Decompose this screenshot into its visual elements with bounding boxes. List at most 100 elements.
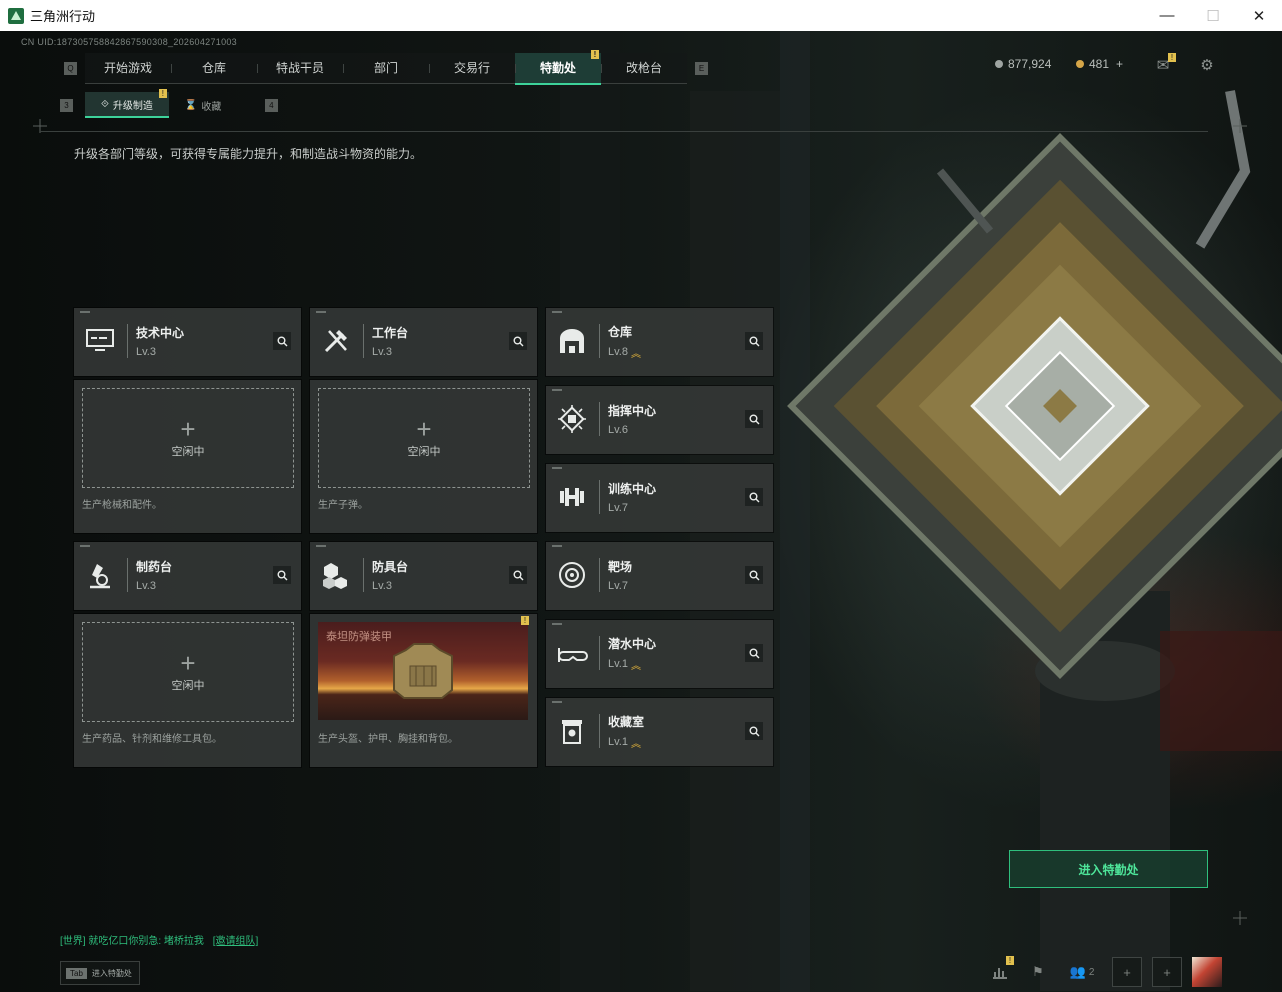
idle-slot[interactable]: + 空闲中	[82, 388, 294, 488]
dept-card-workbench[interactable]: 工作台 Lv.3	[310, 308, 537, 376]
production-slot-workbench[interactable]: + 空闲中 生产子弹。	[310, 380, 537, 533]
subtab-upgrade-craft[interactable]: ⟐ 升级制造 !	[85, 89, 169, 118]
subtab-collection[interactable]: ⌛ 收藏	[169, 93, 253, 117]
bottom-toolbar: ! ⚑ 👥 2 + +	[976, 956, 1222, 988]
friends-button[interactable]: 👥 2	[1062, 958, 1102, 986]
hourglass-icon: ⌛	[184, 99, 198, 111]
top-nav: Q 开始游戏 仓库 特战干员 部门 交易行 特勤处 ! 改枪台 E	[56, 49, 716, 85]
add-slot-button[interactable]: +	[1112, 957, 1142, 987]
notification-badge: !	[1168, 53, 1176, 62]
notification-badge: !	[1006, 956, 1014, 965]
search-icon[interactable]	[745, 644, 763, 662]
search-icon[interactable]	[273, 566, 291, 584]
search-icon[interactable]	[273, 332, 291, 350]
microscope-icon	[83, 558, 117, 592]
gold-coin-icon	[1076, 60, 1084, 68]
sub-nav: 3 ⟐ 升级制造 ! ⌛ 收藏 4	[60, 89, 286, 118]
tab-gunsmith[interactable]: 改枪台	[601, 53, 687, 83]
tab-special-ops[interactable]: 特勤处 !	[515, 49, 601, 85]
idle-slot[interactable]: + 空闲中	[318, 388, 530, 488]
add-slot-button[interactable]: +	[1152, 957, 1182, 987]
tab-warehouse[interactable]: 仓库	[171, 53, 257, 83]
search-icon[interactable]	[745, 566, 763, 584]
search-icon[interactable]	[509, 566, 527, 584]
chat-text: 就吃亿口你别急: 堵桥拉我	[88, 936, 204, 947]
warehouse-icon	[555, 324, 589, 358]
tools-icon	[319, 324, 353, 358]
search-icon[interactable]	[745, 722, 763, 740]
minimize-button[interactable]: —	[1144, 0, 1190, 31]
tab-key: Tab	[66, 967, 87, 979]
upgrade-available-icon: ︽	[630, 738, 641, 750]
production-slot-tech-center[interactable]: + 空闲中 生产枪械和配件。	[74, 380, 301, 533]
chat-channel: [世界]	[60, 936, 86, 947]
user-uid: CN UID:187305758842867590308_20260427100…	[21, 37, 237, 47]
settings-gear-icon[interactable]: ⚙	[1198, 56, 1216, 74]
diving-mask-icon	[555, 636, 589, 670]
dept-card-collection-room[interactable]: 收藏室 Lv.1 ︽	[546, 698, 773, 766]
window-titlebar: 三角洲行动 — ☐ ✕	[0, 0, 1282, 32]
tab-hint[interactable]: Tab 进入特勤处	[60, 961, 140, 985]
gold-currency: 481 +	[1076, 57, 1123, 71]
body-armor-icon	[393, 643, 453, 699]
add-gold-button[interactable]: +	[1116, 57, 1123, 71]
subnav-next-key[interactable]: 4	[264, 98, 278, 112]
nav-tabs: 开始游戏 仓库 特战干员 部门 交易行 特勤处 ! 改枪台	[85, 49, 687, 85]
tab-operators[interactable]: 特战干员	[257, 53, 343, 83]
silver-currency: 877,924	[995, 57, 1051, 71]
dept-card-armor-bench[interactable]: 防具台 Lv.3	[310, 542, 537, 610]
window-title: 三角洲行动	[30, 9, 96, 24]
chat-message: [世界] 就吃亿口你别急: 堵桥拉我 [邀请组队]	[60, 932, 258, 947]
flag-icon[interactable]: ⚑	[1024, 958, 1052, 986]
target-icon	[555, 558, 589, 592]
silver-coin-icon	[995, 60, 1003, 68]
notification-badge: !	[521, 616, 529, 625]
search-icon[interactable]	[745, 410, 763, 428]
nav-prev-key[interactable]: Q	[64, 61, 77, 75]
header-divider	[40, 131, 1208, 132]
dept-card-command-center[interactable]: 指挥中心 Lv.6	[546, 386, 773, 454]
dumbbell-icon	[555, 480, 589, 514]
search-icon[interactable]	[745, 488, 763, 506]
dept-card-training-center[interactable]: 训练中心 Lv.7	[546, 464, 773, 532]
dept-card-tech-center[interactable]: 技术中心 Lv.3	[74, 308, 301, 376]
maximize-button[interactable]: ☐	[1190, 0, 1236, 31]
app-logo-icon	[8, 7, 24, 24]
close-button[interactable]: ✕	[1236, 0, 1282, 31]
blocks-icon	[319, 558, 353, 592]
game-viewport: CN UID:187305758842867590308_20260427100…	[0, 31, 1282, 992]
tab-market[interactable]: 交易行	[429, 53, 515, 83]
enter-special-ops-button[interactable]: 进入特勤处	[1009, 850, 1208, 888]
invite-team-link[interactable]: [邀请组队]	[213, 936, 259, 947]
dept-name: 技术中心	[136, 326, 185, 340]
monitor-icon	[83, 324, 117, 358]
plus-icon: +	[180, 414, 196, 444]
plus-icon: +	[416, 414, 432, 444]
crafting-item-armor[interactable]: 泰坦防弹装甲	[318, 622, 528, 720]
subnav-prev-key[interactable]: 3	[60, 98, 73, 112]
command-icon	[555, 402, 589, 436]
idle-slot[interactable]: + 空闲中	[82, 622, 294, 722]
page-description: 升级各部门等级，可获得专属能力提升，和制造战斗物资的能力。	[74, 147, 423, 161]
player-avatar[interactable]	[1192, 957, 1222, 987]
production-slot-pharmacy[interactable]: + 空闲中 生产药品、针剂和维修工具包。	[74, 614, 301, 767]
dept-card-warehouse[interactable]: 仓库 Lv.8 ︽	[546, 308, 773, 376]
collection-icon	[555, 714, 589, 748]
upgrade-available-icon: ︽	[630, 660, 641, 672]
tab-department[interactable]: 部门	[343, 53, 429, 83]
dept-level: Lv.3	[136, 346, 156, 358]
dept-card-diving-center[interactable]: 潜水中心 Lv.1 ︽	[546, 620, 773, 688]
production-slot-armor-bench[interactable]: 泰坦防弹装甲 ! 生产头盔、护甲、胸挂和背包。	[310, 614, 537, 767]
dept-card-shooting-range[interactable]: 靶场 Lv.7	[546, 542, 773, 610]
friends-icon: 👥	[1069, 964, 1086, 979]
notification-badge: !	[591, 49, 599, 59]
search-icon[interactable]	[745, 332, 763, 350]
mail-icon[interactable]: ✉ !	[1154, 53, 1176, 74]
nav-next-key[interactable]: E	[695, 61, 708, 75]
tab-start-game[interactable]: 开始游戏	[85, 53, 171, 83]
notification-badge: !	[158, 89, 167, 98]
stats-chart-icon[interactable]: !	[986, 956, 1014, 986]
craft-icon: ⟐	[101, 98, 109, 110]
dept-card-pharmacy[interactable]: 制药台 Lv.3	[74, 542, 301, 610]
search-icon[interactable]	[509, 332, 527, 350]
